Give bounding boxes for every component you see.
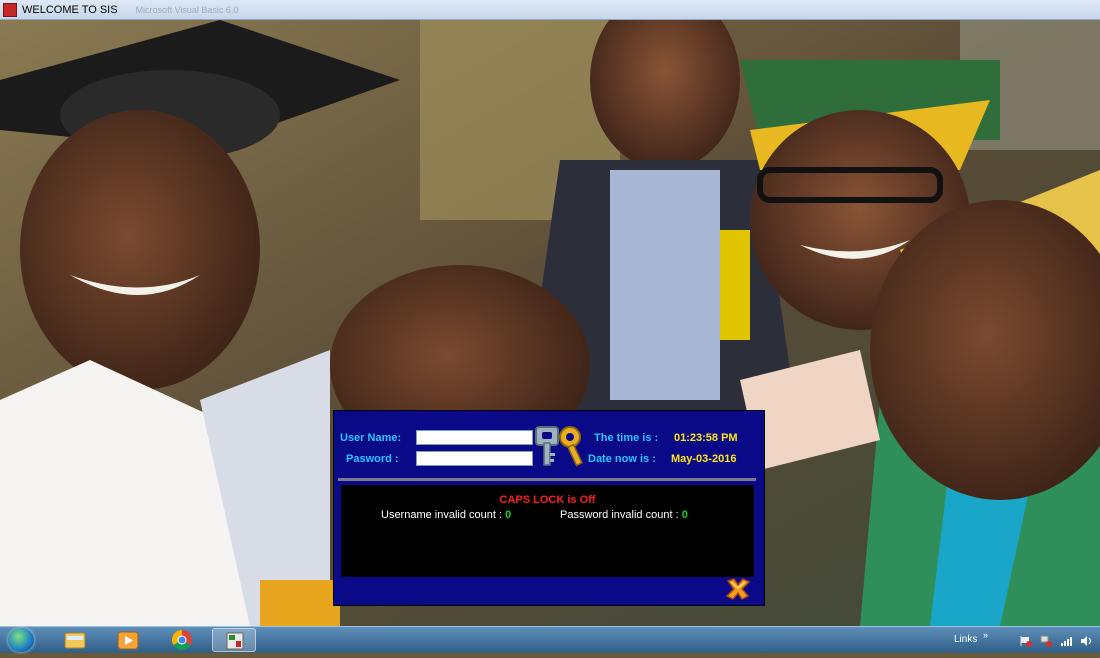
links-chevron[interactable]: » — [983, 630, 988, 640]
date-value: May-03-2016 — [671, 453, 737, 465]
password-invalid-count: 0 — [681, 509, 688, 521]
window-title: WELCOME TO SIS — [22, 3, 118, 16]
time-label: The time is : — [594, 432, 659, 444]
separator-line — [338, 478, 756, 481]
volume-icon[interactable] — [1080, 634, 1092, 646]
network-icon[interactable] — [1040, 634, 1052, 647]
windows-explorer-icon[interactable] — [53, 628, 97, 652]
flag-icon[interactable] — [1020, 634, 1032, 647]
login-panel: User Name: Pasword : The time is : 01:23… — [333, 410, 765, 606]
username-invalid-count: 0 — [505, 509, 512, 521]
start-button[interactable] — [8, 628, 34, 652]
password-label: Pasword : — [346, 453, 399, 465]
caps-lock-status: CAPS LOCK is Off — [499, 494, 596, 506]
signal-icon[interactable] — [1060, 634, 1072, 646]
vb-app-icon[interactable] — [212, 628, 256, 652]
faded-caption: Microsoft Visual Basic 6.0 — [135, 4, 239, 15]
close-x-icon[interactable] — [725, 577, 751, 601]
window-titlebar: WELCOME TO SIS Microsoft Visual Basic 6.… — [0, 0, 1100, 20]
taskbar: Links » — [0, 626, 1100, 653]
password-invalid-label: Password invalid count : — [560, 509, 679, 521]
links-label[interactable]: Links — [954, 634, 977, 645]
password-input[interactable] — [416, 451, 533, 466]
chrome-icon[interactable] — [160, 628, 204, 652]
status-console: CAPS LOCK is Off Username invalid count … — [341, 485, 754, 577]
time-value: 01:23:58 PM — [674, 432, 738, 444]
username-label: User Name: — [340, 432, 402, 444]
password-invalid-row: Password invalid count : 0 — [560, 509, 688, 521]
date-label: Date now is : — [588, 453, 656, 465]
username-invalid-row: Username invalid count : 0 — [381, 509, 511, 521]
username-invalid-label: Username invalid count : — [381, 509, 503, 521]
app-icon — [3, 2, 17, 17]
media-player-icon[interactable] — [106, 628, 150, 652]
username-input[interactable] — [416, 430, 533, 445]
keys-icon — [534, 423, 586, 469]
